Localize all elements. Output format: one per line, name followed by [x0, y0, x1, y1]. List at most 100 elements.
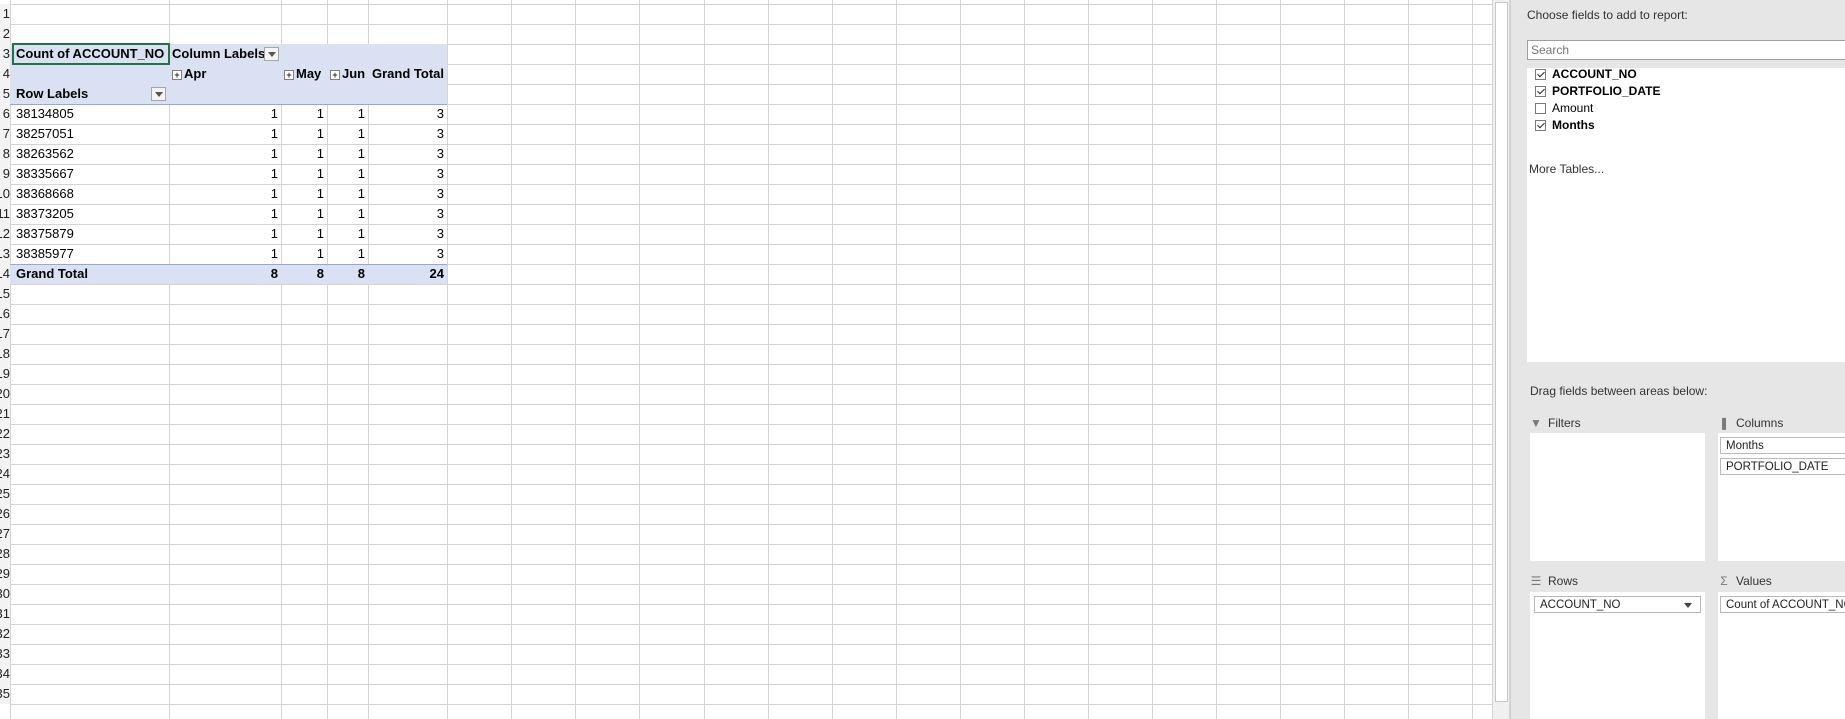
row-number[interactable]: 1 — [0, 4, 10, 24]
row-number[interactable]: 21 — [0, 404, 10, 424]
pivot-column-header[interactable]: + Apr — [169, 64, 281, 84]
pivot-row-label[interactable]: 38257051 — [13, 124, 169, 144]
pivot-row-labels[interactable]: Row Labels — [13, 84, 153, 104]
row-number[interactable]: 8 — [0, 144, 10, 164]
field-checkbox[interactable] — [1535, 102, 1546, 114]
pivot-row-label[interactable]: 38134805 — [13, 104, 169, 124]
pivot-row-value[interactable]: 1 — [281, 204, 327, 224]
row-number[interactable]: 3 — [0, 44, 10, 64]
row-number[interactable]: 5 — [0, 84, 10, 104]
row-number[interactable]: 26 — [0, 504, 10, 524]
pivot-column-header[interactable]: + May — [281, 64, 327, 84]
pivot-row-value[interactable]: 1 — [327, 164, 368, 184]
row-number[interactable]: 33 — [0, 644, 10, 664]
field-checkbox[interactable] — [1535, 119, 1546, 131]
field-checkbox[interactable] — [1535, 85, 1546, 97]
pivot-row-value[interactable]: 1 — [281, 184, 327, 204]
column-labels-filter-button[interactable] — [264, 47, 279, 61]
row-number[interactable]: 34 — [0, 664, 10, 684]
pivot-row-value[interactable]: 1 — [281, 104, 327, 124]
pivot-row-value[interactable]: 1 — [169, 144, 281, 164]
scrollbar-thumb[interactable] — [1495, 2, 1508, 702]
row-number[interactable]: 24 — [0, 464, 10, 484]
pivot-row-value[interactable]: 3 — [368, 204, 447, 224]
row-number[interactable]: 22 — [0, 424, 10, 444]
pivot-row-label[interactable]: 38373205 — [13, 204, 169, 224]
more-tables-link[interactable]: More Tables... — [1529, 162, 1604, 176]
pivot-row-value[interactable]: 1 — [327, 224, 368, 244]
pivot-row-value[interactable]: 1 — [169, 204, 281, 224]
row-number[interactable]: 7 — [0, 124, 10, 144]
row-number[interactable]: 32 — [0, 624, 10, 644]
row-number[interactable]: 9 — [0, 164, 10, 184]
values-drop-zone[interactable]: Count of ACCOUNT_NO — [1718, 592, 1845, 719]
worksheet[interactable]: 1234567891011121314151617181920212223242… — [0, 0, 1492, 719]
row-number[interactable]: 17 — [0, 324, 10, 344]
pivot-row-value[interactable]: 1 — [169, 184, 281, 204]
row-number[interactable]: 2 — [0, 24, 10, 44]
expand-icon[interactable]: + — [284, 69, 294, 80]
pivot-row-label[interactable]: 38385977 — [13, 244, 169, 264]
pivot-column-header[interactable]: + Jun — [327, 64, 368, 84]
row-number[interactable]: 14 — [0, 264, 10, 284]
row-number[interactable]: 35 — [0, 684, 10, 704]
pivot-grand-total-value[interactable]: 8 — [281, 264, 327, 284]
field-item[interactable]: PORTFOLIO_DATE — [1535, 82, 1660, 100]
filters-drop-zone[interactable] — [1530, 433, 1705, 561]
pivot-column-labels[interactable]: Column Labels — [169, 44, 279, 64]
row-number[interactable]: 19 — [0, 364, 10, 384]
pivot-row-value[interactable]: 1 — [327, 204, 368, 224]
pivot-row-value[interactable]: 1 — [281, 244, 327, 264]
values-field-count-account-no[interactable]: Count of ACCOUNT_NO — [1720, 596, 1845, 613]
pivot-row-value[interactable]: 1 — [281, 164, 327, 184]
pivot-row-value[interactable]: 1 — [281, 144, 327, 164]
row-number[interactable]: 25 — [0, 484, 10, 504]
pivot-grand-total-label[interactable]: Grand Total — [13, 264, 169, 284]
pivot-row-value[interactable]: 1 — [327, 184, 368, 204]
pivot-row-value[interactable]: 1 — [327, 244, 368, 264]
pivot-row-label[interactable]: 38368668 — [13, 184, 169, 204]
pivot-row-label[interactable]: 38375879 — [13, 224, 169, 244]
columns-field-portfolio-date[interactable]: PORTFOLIO_DATE — [1720, 458, 1845, 475]
pivot-row-value[interactable]: 1 — [327, 104, 368, 124]
pivot-row-value[interactable]: 3 — [368, 224, 447, 244]
pivot-row-value[interactable]: 3 — [368, 184, 447, 204]
pivot-grand-total-value[interactable]: 8 — [169, 264, 281, 284]
pivot-row-value[interactable]: 3 — [368, 144, 447, 164]
rows-drop-zone[interactable]: ACCOUNT_NO — [1530, 592, 1705, 719]
row-number[interactable]: 20 — [0, 384, 10, 404]
pivot-grand-total-value[interactable]: 24 — [368, 264, 447, 284]
field-item[interactable]: Amount — [1535, 99, 1593, 117]
pivot-row-value[interactable]: 1 — [281, 124, 327, 144]
pivot-row-value[interactable]: 1 — [169, 124, 281, 144]
row-number[interactable]: 31 — [0, 604, 10, 624]
field-item[interactable]: Months — [1535, 116, 1595, 134]
columns-field-months[interactable]: Months — [1720, 437, 1845, 454]
pivot-column-header[interactable]: Grand Total — [368, 64, 447, 84]
pivot-row-value[interactable]: 1 — [169, 104, 281, 124]
field-checkbox[interactable] — [1535, 68, 1546, 80]
row-number[interactable]: 30 — [0, 584, 10, 604]
row-number[interactable]: 18 — [0, 344, 10, 364]
columns-drop-zone[interactable]: Months PORTFOLIO_DATE — [1718, 433, 1845, 561]
field-item[interactable]: ACCOUNT_NO — [1535, 65, 1637, 83]
field-search-input[interactable] — [1527, 40, 1845, 60]
pivot-row-value[interactable]: 1 — [327, 144, 368, 164]
expand-icon[interactable]: + — [172, 69, 182, 80]
pivot-row-value[interactable]: 1 — [169, 244, 281, 264]
row-number[interactable]: 16 — [0, 304, 10, 324]
pivot-row-value[interactable]: 1 — [169, 224, 281, 244]
pivot-row-value[interactable]: 1 — [281, 224, 327, 244]
row-number[interactable]: 15 — [0, 284, 10, 304]
pivot-row-value[interactable]: 3 — [368, 164, 447, 184]
row-number[interactable]: 6 — [0, 104, 10, 124]
row-number[interactable]: 28 — [0, 544, 10, 564]
row-number[interactable]: 27 — [0, 524, 10, 544]
row-number[interactable]: 13 — [0, 244, 10, 264]
expand-icon[interactable]: + — [330, 69, 340, 80]
vertical-scrollbar[interactable] — [1492, 0, 1510, 719]
pivot-grand-total-value[interactable]: 8 — [327, 264, 368, 284]
row-number[interactable]: 12 — [0, 224, 10, 244]
pivot-row-value[interactable]: 3 — [368, 124, 447, 144]
row-number[interactable]: 11 — [0, 204, 10, 224]
